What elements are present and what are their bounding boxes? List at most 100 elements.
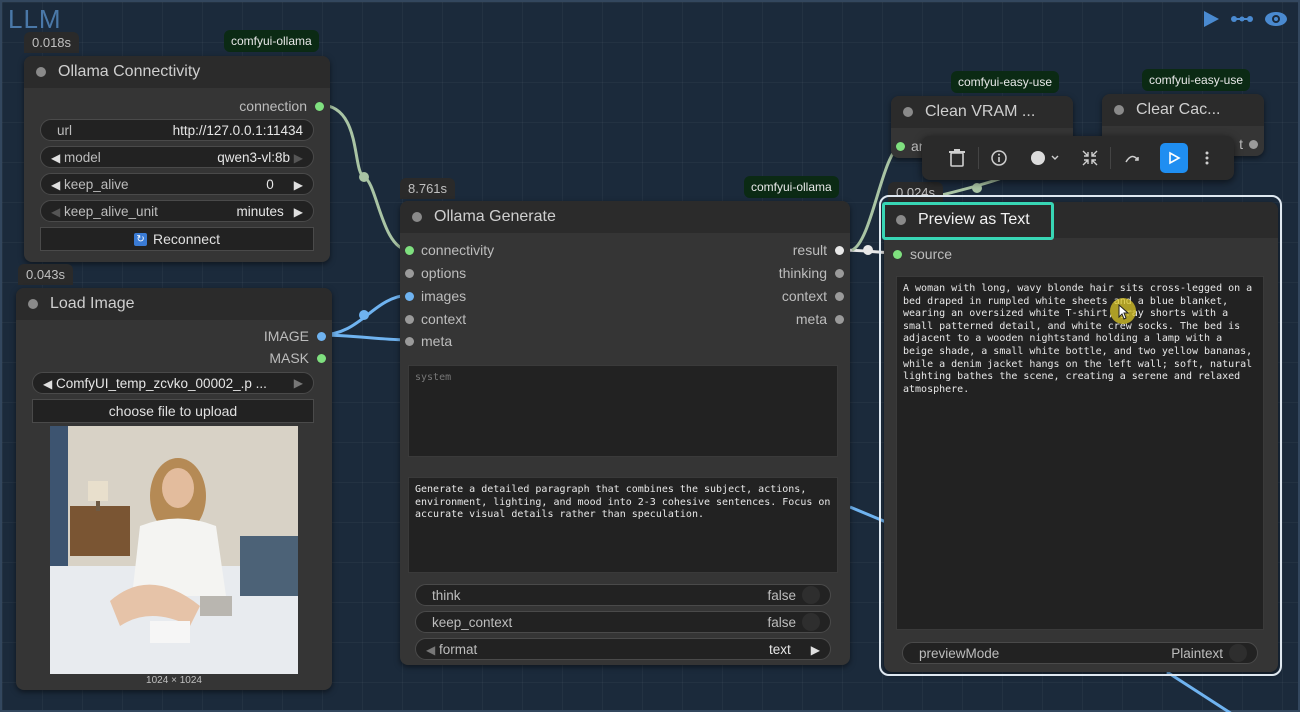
- input-images-label: images: [421, 288, 467, 304]
- model-widget[interactable]: ◀ model qwen3-vl:8b ▶: [40, 146, 314, 168]
- format-prev-arrow-icon[interactable]: ◀: [426, 643, 435, 657]
- output-thinking[interactable]: thinking: [779, 265, 844, 281]
- file-prev-arrow-icon[interactable]: ◀: [43, 377, 52, 391]
- keep-alive-prev-arrow-icon[interactable]: ◀: [51, 178, 60, 192]
- keep-alive-next-arrow-icon[interactable]: ▶: [294, 178, 303, 192]
- input-context[interactable]: context: [405, 311, 466, 327]
- input-options[interactable]: options: [405, 265, 466, 281]
- load-image-node[interactable]: Load Image IMAGE MASK ◀ ComfyUI_temp_zcv…: [16, 288, 332, 690]
- url-widget[interactable]: url http://127.0.0.1:11434: [40, 119, 314, 141]
- think-switch[interactable]: [802, 586, 820, 604]
- output-meta-socket[interactable]: [835, 314, 844, 324]
- ollama-generate-node[interactable]: Ollama Generate connectivity options ima…: [400, 201, 850, 665]
- image-file-select[interactable]: ◀ ComfyUI_temp_zcvko_00002_.p ... ▶: [32, 372, 314, 394]
- mask-output[interactable]: MASK: [269, 350, 326, 366]
- keep-context-label: keep_context: [432, 614, 513, 630]
- input-context-socket[interactable]: [405, 314, 414, 324]
- keep-alive-unit-prev-arrow-icon[interactable]: ◀: [51, 205, 60, 219]
- more-button[interactable]: [1199, 143, 1216, 173]
- input-images-socket[interactable]: [405, 291, 414, 301]
- clear-cache-pack-badge: comfyui-easy-use: [1142, 69, 1251, 91]
- collapse-dot-icon[interactable]: [36, 67, 46, 77]
- load-image-timing: 0.043s: [18, 264, 74, 285]
- connection-output[interactable]: connection: [239, 98, 324, 114]
- clear-cache-output[interactable]: t: [1239, 136, 1258, 152]
- image-output[interactable]: IMAGE: [264, 328, 326, 344]
- clear-cache-output-socket[interactable]: [1249, 139, 1258, 149]
- link-icon[interactable]: [1230, 12, 1254, 26]
- info-button[interactable]: [986, 143, 1014, 173]
- output-context-socket[interactable]: [835, 291, 844, 301]
- output-thinking-socket[interactable]: [835, 268, 844, 278]
- clear-cache-title: Clear Cac...: [1136, 101, 1221, 118]
- think-toggle[interactable]: think false: [415, 584, 831, 606]
- think-label: think: [432, 587, 461, 603]
- file-next-arrow-icon[interactable]: ▶: [294, 376, 303, 390]
- clean-vram-header[interactable]: Clean VRAM ...: [891, 96, 1073, 128]
- output-result-label: result: [792, 242, 827, 258]
- bypass-button[interactable]: [1118, 143, 1146, 173]
- generate-header[interactable]: Ollama Generate: [400, 201, 850, 233]
- bypass-icon: [1125, 155, 1139, 163]
- reconnect-button[interactable]: ↻ Reconnect: [40, 227, 314, 251]
- model-next-arrow-icon[interactable]: ▶: [294, 151, 303, 165]
- keep-context-switch[interactable]: [802, 613, 820, 631]
- input-images[interactable]: images: [405, 288, 466, 304]
- keep-context-toggle[interactable]: keep_context false: [415, 611, 831, 633]
- output-context[interactable]: context: [782, 288, 844, 304]
- model-label: model: [64, 149, 101, 165]
- output-result[interactable]: result: [793, 242, 844, 258]
- output-result-socket[interactable]: [835, 245, 844, 255]
- keep-alive-unit-widget[interactable]: ◀ keep_alive_unit minutes ▶: [40, 200, 314, 222]
- eye-icon[interactable]: [1264, 11, 1288, 27]
- collapse-dot-icon[interactable]: [28, 299, 38, 309]
- system-textarea[interactable]: system: [408, 365, 838, 457]
- input-options-socket[interactable]: [405, 268, 414, 278]
- mask-output-socket[interactable]: [317, 353, 326, 363]
- clear-cache-header[interactable]: Clear Cac...: [1102, 94, 1264, 126]
- load-image-header[interactable]: Load Image: [16, 288, 332, 320]
- input-connectivity[interactable]: connectivity: [405, 242, 494, 258]
- collapse-dot-icon[interactable]: [1114, 105, 1124, 115]
- keep-alive-unit-value: minutes: [236, 203, 284, 219]
- image-dimensions: 1024 × 1024: [146, 675, 202, 686]
- delete-button[interactable]: [943, 143, 971, 173]
- output-meta-label: meta: [795, 311, 827, 327]
- reconnect-label: Reconnect: [153, 231, 220, 247]
- output-context-label: context: [781, 288, 827, 304]
- clean-vram-title: Clean VRAM ...: [925, 103, 1036, 120]
- image-output-label: IMAGE: [263, 328, 309, 344]
- connectivity-header[interactable]: Ollama Connectivity: [24, 56, 330, 88]
- collapse-dot-icon[interactable]: [903, 107, 913, 117]
- collapse-dot-icon[interactable]: [412, 212, 422, 222]
- generate-pack-badge: comfyui-ollama: [744, 176, 839, 198]
- keep-alive-value: 0: [266, 176, 274, 192]
- color-button[interactable]: [1027, 143, 1062, 173]
- keep-alive-widget[interactable]: ◀ keep_alive 0 ▶: [40, 173, 314, 195]
- input-connectivity-socket[interactable]: [405, 245, 414, 255]
- input-meta-socket[interactable]: [405, 336, 414, 346]
- model-prev-arrow-icon[interactable]: ◀: [51, 151, 60, 165]
- format-next-arrow-icon[interactable]: ▶: [811, 643, 820, 657]
- input-options-label: options: [421, 265, 467, 281]
- clean-vram-input-socket[interactable]: [896, 141, 905, 151]
- image-output-socket[interactable]: [317, 331, 326, 341]
- output-meta[interactable]: meta: [796, 311, 844, 327]
- selection-outline: [879, 195, 1282, 676]
- clear-cache-output-label: t: [1239, 136, 1243, 152]
- input-meta[interactable]: meta: [405, 333, 452, 349]
- format-label: format: [439, 641, 478, 657]
- run-icon[interactable]: [1202, 10, 1220, 28]
- output-thinking-label: thinking: [778, 265, 827, 281]
- toolbar-divider: [1110, 147, 1112, 169]
- ollama-connectivity-node[interactable]: Ollama Connectivity connection url http:…: [24, 56, 330, 262]
- execute-selected-button[interactable]: [1160, 143, 1188, 173]
- prompt-textarea[interactable]: Generate a detailed paragraph that combi…: [408, 477, 838, 573]
- format-select[interactable]: ◀ format text ▶: [415, 638, 831, 660]
- collapse-button[interactable]: [1076, 143, 1104, 173]
- keep-alive-unit-next-arrow-icon[interactable]: ▶: [294, 205, 303, 219]
- node-canvas[interactable]: LLM 0.018s comfyui-ollama Ollama Connect…: [0, 0, 1300, 712]
- generate-timing: 8.761s: [400, 178, 456, 199]
- connection-output-socket[interactable]: [315, 101, 324, 111]
- upload-button[interactable]: choose file to upload: [32, 399, 314, 423]
